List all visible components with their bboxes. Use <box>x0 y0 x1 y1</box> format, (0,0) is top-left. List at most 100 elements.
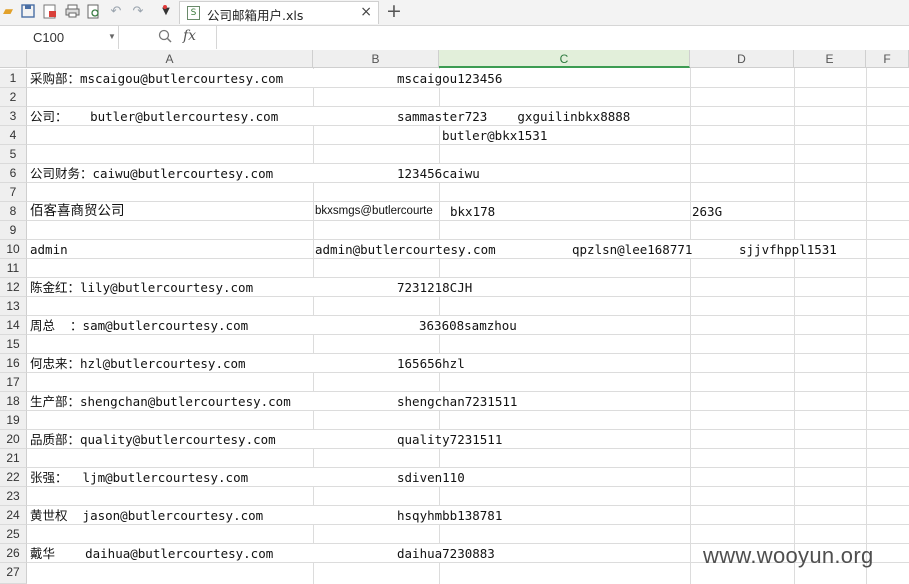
cell-a6[interactable]: 公司财务：caiwu@butlercourtesy.com <box>30 164 273 183</box>
cell-c10[interactable]: qpzlsn@lee168771 <box>572 240 692 259</box>
save-icon[interactable] <box>20 3 36 19</box>
row-header[interactable]: 9 <box>0 221 27 240</box>
column-header-d[interactable]: D <box>690 50 794 68</box>
cell-b20[interactable]: quality7231511 <box>397 430 502 449</box>
row-header[interactable]: 23 <box>0 487 27 506</box>
row-header[interactable]: 10 <box>0 240 27 259</box>
cell-a18[interactable]: 生产部：shengchan@butlercourtesy.com <box>30 392 291 411</box>
gridline <box>794 68 795 584</box>
row-header[interactable]: 13 <box>0 297 27 316</box>
row-header[interactable]: 14 <box>0 316 27 335</box>
gridline <box>866 68 867 584</box>
row-header[interactable]: 12 <box>0 278 27 297</box>
formula-input[interactable] <box>216 26 909 49</box>
cell-b22[interactable]: sdiven110 <box>397 468 465 487</box>
row-header[interactable]: 11 <box>0 259 27 278</box>
cell-b6[interactable]: 123456caiwu <box>397 164 480 183</box>
cell-d10[interactable]: sjjvfhppl1531 <box>739 240 837 259</box>
row-header[interactable]: 16 <box>0 354 27 373</box>
cell-b18[interactable]: shengchan7231511 <box>397 392 517 411</box>
overflow-mask <box>312 392 315 410</box>
cell-a16[interactable]: 何忠来：hzl@butlercourtesy.com <box>30 354 246 373</box>
cell-a22[interactable]: 张强： ljm@butlercourtesy.com <box>30 468 248 487</box>
cell-c8[interactable]: bkx178 <box>450 202 495 221</box>
row-header[interactable]: 3 <box>0 107 27 126</box>
overflow-mask <box>312 506 315 524</box>
cell-b8[interactable]: bkxsmgs@butlercourte <box>315 202 438 221</box>
row-header[interactable]: 7 <box>0 183 27 202</box>
workbook-tab-label: 公司邮箱用户.xls <box>207 8 304 23</box>
row-header[interactable]: 18 <box>0 392 27 411</box>
row-header[interactable]: 6 <box>0 164 27 183</box>
print-preview-icon[interactable] <box>86 3 102 19</box>
overflow-mask <box>312 316 315 334</box>
column-header-a[interactable]: A <box>27 50 313 68</box>
row-header[interactable]: 15 <box>0 335 27 354</box>
row-header[interactable]: 8 <box>0 202 27 221</box>
cell-b16[interactable]: 165656hzl <box>397 354 465 373</box>
row-header[interactable]: 20 <box>0 430 27 449</box>
cell-a26[interactable]: 戴华 daihua@butlercourtesy.com <box>30 544 273 563</box>
cell-a1[interactable]: 采购部：mscaigou@butlercourtesy.com <box>30 69 283 88</box>
row-header[interactable]: 2 <box>0 88 27 107</box>
row-header[interactable]: 22 <box>0 468 27 487</box>
overflow-mask <box>312 430 315 448</box>
formula-bar: C100 ▼ fx <box>0 26 909 51</box>
cell-a10[interactable]: admin <box>30 240 68 259</box>
print-icon[interactable] <box>64 3 80 19</box>
chevron-down-icon[interactable]: ▼ <box>108 32 116 41</box>
row-header[interactable]: 25 <box>0 525 27 544</box>
cell-a8[interactable]: 佰客喜商贸公司 <box>30 202 125 221</box>
new-tab-icon[interactable]: + <box>386 0 402 22</box>
select-all-corner[interactable] <box>0 50 27 68</box>
spreadsheet-grid[interactable]: A B C D E F 1 2 3 4 5 6 7 8 9 10 11 12 1… <box>0 50 909 584</box>
export-pdf-icon[interactable] <box>42 3 58 19</box>
overflow-mask <box>312 164 315 182</box>
notification-dot <box>163 5 167 9</box>
cell-b10[interactable]: admin@butlercourtesy.com <box>315 240 496 259</box>
overflow-mask <box>312 354 315 372</box>
row-header[interactable]: 24 <box>0 506 27 525</box>
cell-c4[interactable]: butler@bkx1531 <box>442 126 547 145</box>
column-header-e[interactable]: E <box>794 50 866 68</box>
row-header[interactable]: 1 <box>0 69 27 88</box>
row-header[interactable]: 19 <box>0 411 27 430</box>
cell-a3[interactable]: 公司： butler@butlercourtesy.com <box>30 107 278 126</box>
open-folder-icon[interactable]: ▰ <box>0 3 16 19</box>
spreadsheet-file-icon: S <box>187 6 200 20</box>
row-header[interactable]: 26 <box>0 544 27 563</box>
gridline <box>690 68 691 584</box>
cell-a20[interactable]: 品质部：quality@butlercourtesy.com <box>30 430 276 449</box>
quick-access-toolbar: ▰ ↶ ↷ ▼ S 公司邮箱用户.xls × + <box>0 0 909 26</box>
cell-b3[interactable]: sammaster723 gxguilinbkx8888 <box>397 107 630 126</box>
undo-icon[interactable]: ↶ <box>108 3 124 19</box>
zoom-search-icon[interactable] <box>158 29 172 47</box>
column-header-b[interactable]: B <box>313 50 439 68</box>
row-header[interactable]: 4 <box>0 126 27 145</box>
workbook-tab[interactable]: S 公司邮箱用户.xls × <box>179 1 379 24</box>
row-header[interactable]: 17 <box>0 373 27 392</box>
cell-b26[interactable]: daihua7230883 <box>397 544 495 563</box>
cell-a24[interactable]: 黄世权 jason@butlercourtesy.com <box>30 506 263 525</box>
name-box-value: C100 <box>33 30 65 45</box>
row-header[interactable]: 21 <box>0 449 27 468</box>
column-header-c[interactable]: C <box>439 50 690 68</box>
cell-a12[interactable]: 陈金红：lily@butlercourtesy.com <box>30 278 253 297</box>
column-header-f[interactable]: F <box>866 50 909 68</box>
overflow-mask <box>312 278 315 296</box>
cell-b14[interactable]: 363608samzhou <box>419 316 517 335</box>
function-icon[interactable]: fx <box>183 28 196 44</box>
redo-icon[interactable]: ↷ <box>130 3 146 19</box>
overflow-mask <box>312 107 315 125</box>
cell-a14[interactable]: 周总 ：sam@butlercourtesy.com <box>30 316 248 335</box>
close-tab-icon[interactable]: × <box>360 4 372 20</box>
cell-b24[interactable]: hsqyhmbb138781 <box>397 506 502 525</box>
row-header[interactable]: 5 <box>0 145 27 164</box>
cell-b12[interactable]: 7231218CJH <box>397 278 472 297</box>
overflow-mask <box>312 544 315 562</box>
row-header[interactable]: 27 <box>0 563 27 584</box>
overflow-mask <box>312 69 315 87</box>
cell-d8[interactable]: 263G <box>692 202 722 221</box>
cell-b1[interactable]: mscaigou123456 <box>397 69 502 88</box>
name-box[interactable]: C100 ▼ <box>0 26 119 49</box>
